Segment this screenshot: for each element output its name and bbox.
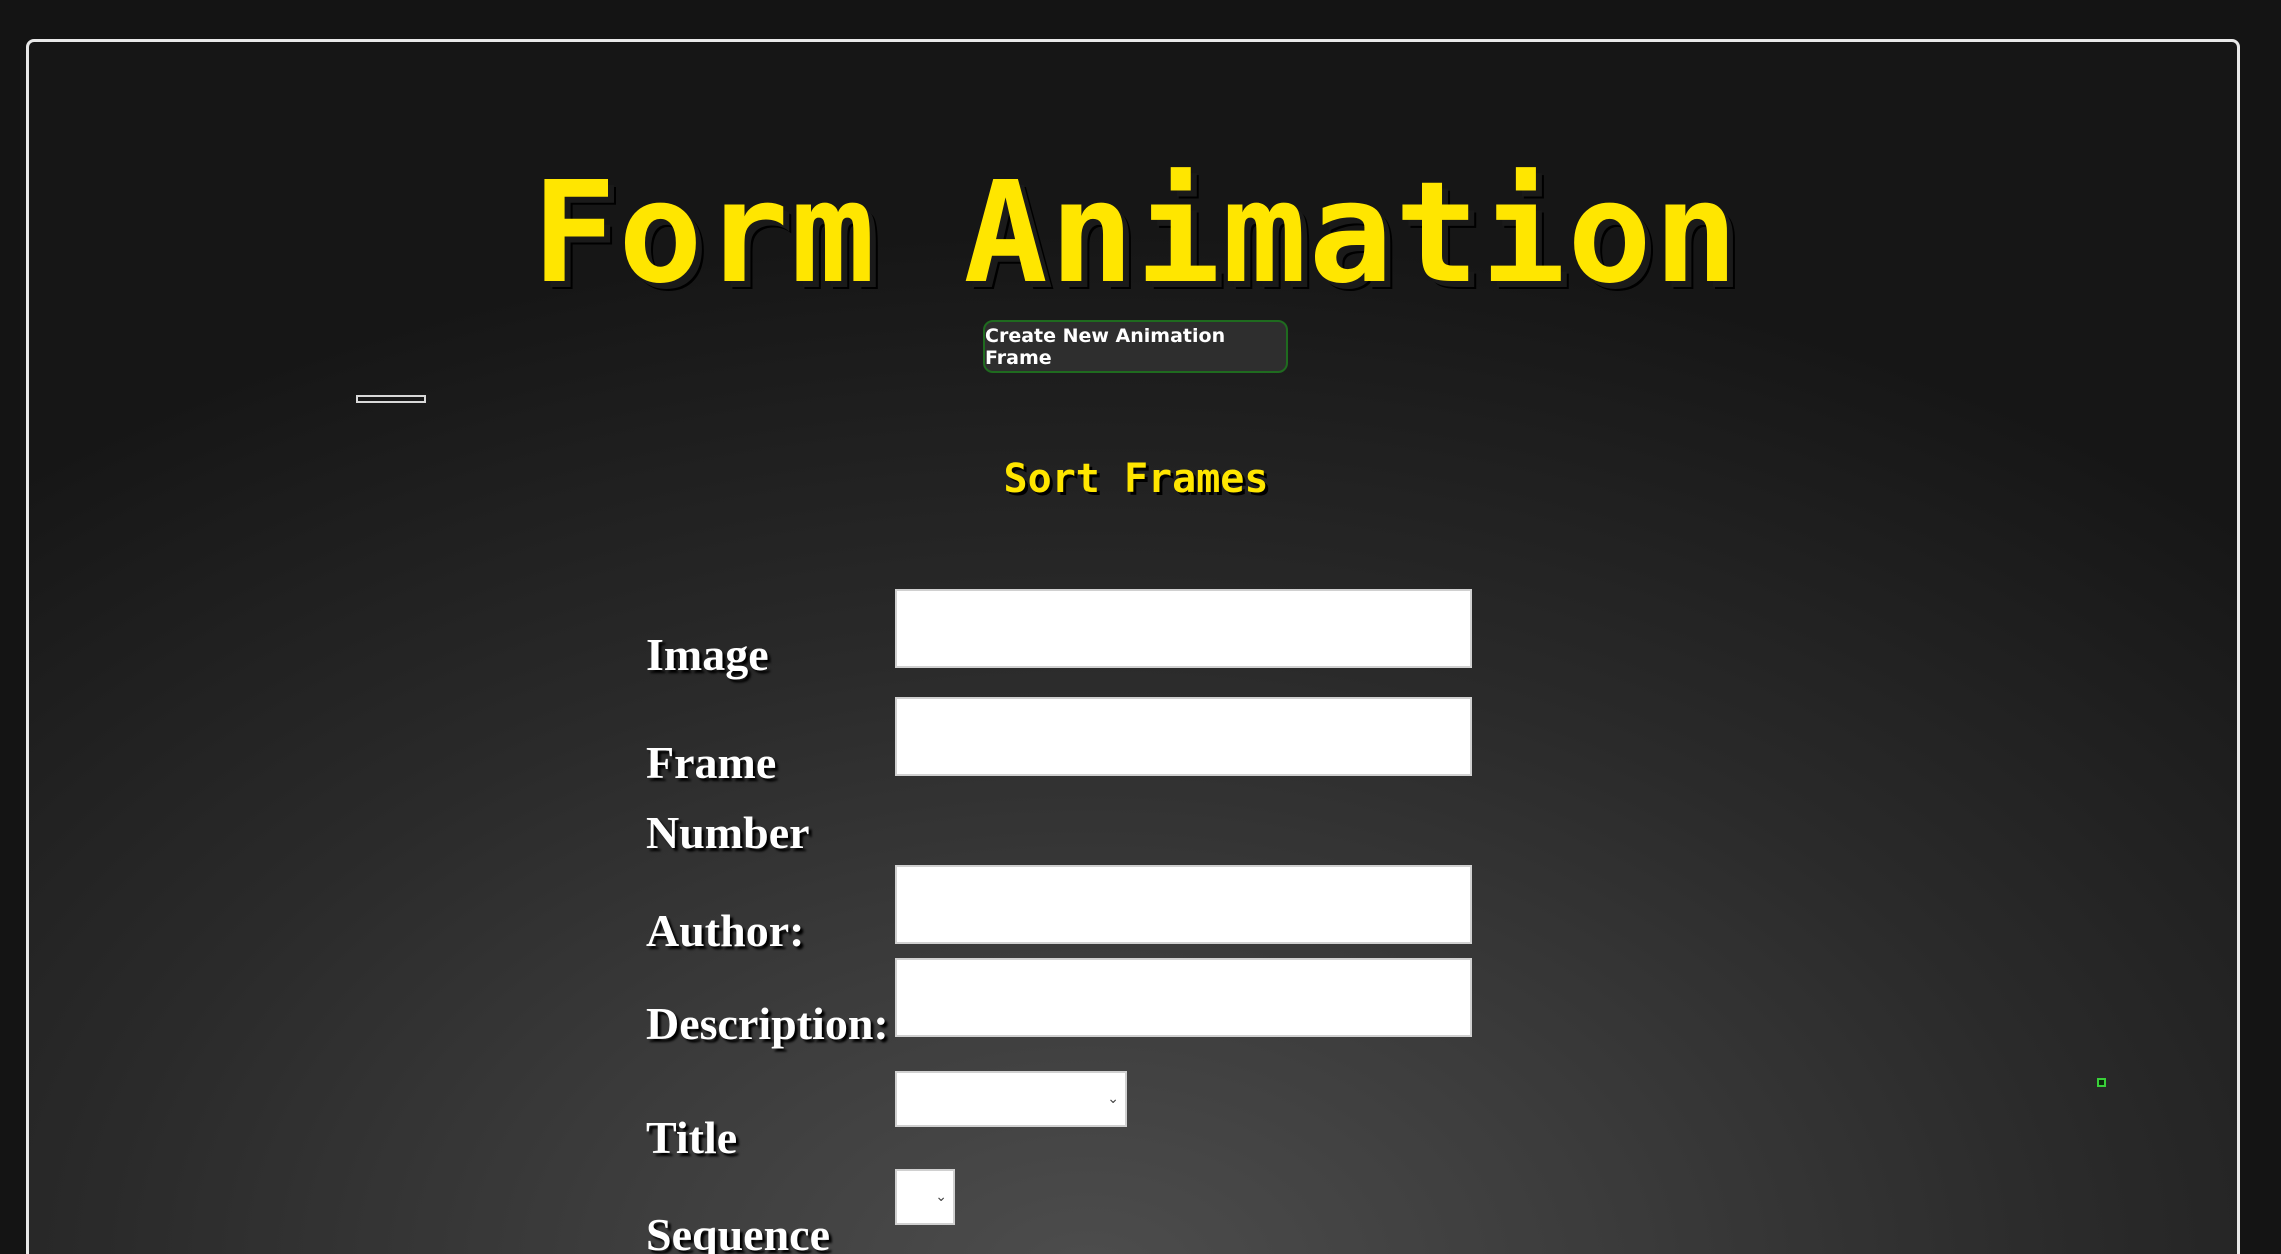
frame-number-label: Frame Number — [646, 737, 810, 858]
title-label: Title — [646, 1112, 738, 1163]
status-indicator — [2097, 1078, 2106, 1087]
chevron-down-icon: ⌄ — [935, 1189, 947, 1205]
author-label: Author: — [646, 905, 805, 956]
app-frame: Form Animation Create New Animation Fram… — [26, 39, 2240, 1254]
image-input[interactable] — [895, 589, 1472, 668]
page-title: Form Animation — [531, 152, 1741, 315]
sequence-select[interactable]: ⌄ — [895, 1169, 955, 1225]
sort-frames-link[interactable]: Sort Frames — [29, 452, 2237, 506]
frame-number-input[interactable] — [895, 697, 1472, 776]
image-label: Image — [646, 629, 769, 680]
author-input[interactable] — [895, 865, 1472, 944]
description-input[interactable] — [895, 958, 1472, 1037]
chevron-down-icon: ⌄ — [1107, 1091, 1119, 1107]
small-outline-box[interactable] — [356, 395, 426, 403]
create-frame-button[interactable]: Create New Animation Frame — [983, 320, 1288, 373]
sequence-label: Sequence — [646, 1209, 830, 1254]
description-label: Description: — [646, 998, 889, 1049]
title-select[interactable]: ⌄ — [895, 1071, 1127, 1127]
